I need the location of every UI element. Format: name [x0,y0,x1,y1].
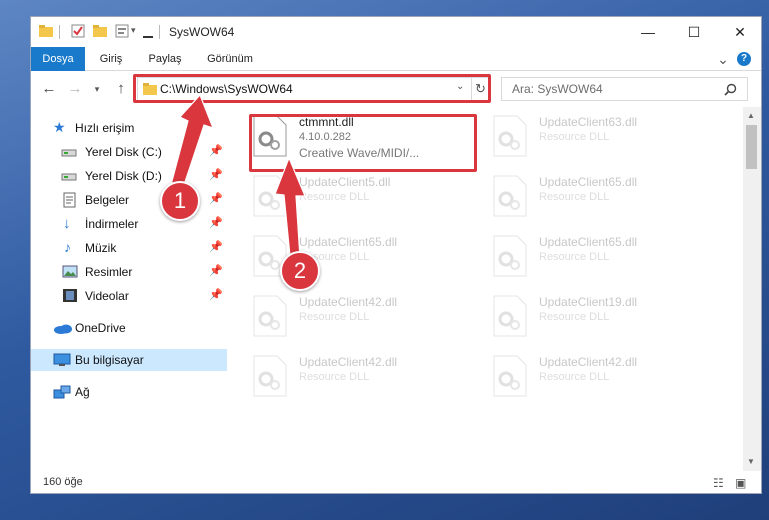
annotation-arrows [167,93,306,259]
step-1-badge: 1 [160,181,200,221]
arrow-2-icon [274,156,306,259]
step-2-badge: 2 [280,251,320,291]
